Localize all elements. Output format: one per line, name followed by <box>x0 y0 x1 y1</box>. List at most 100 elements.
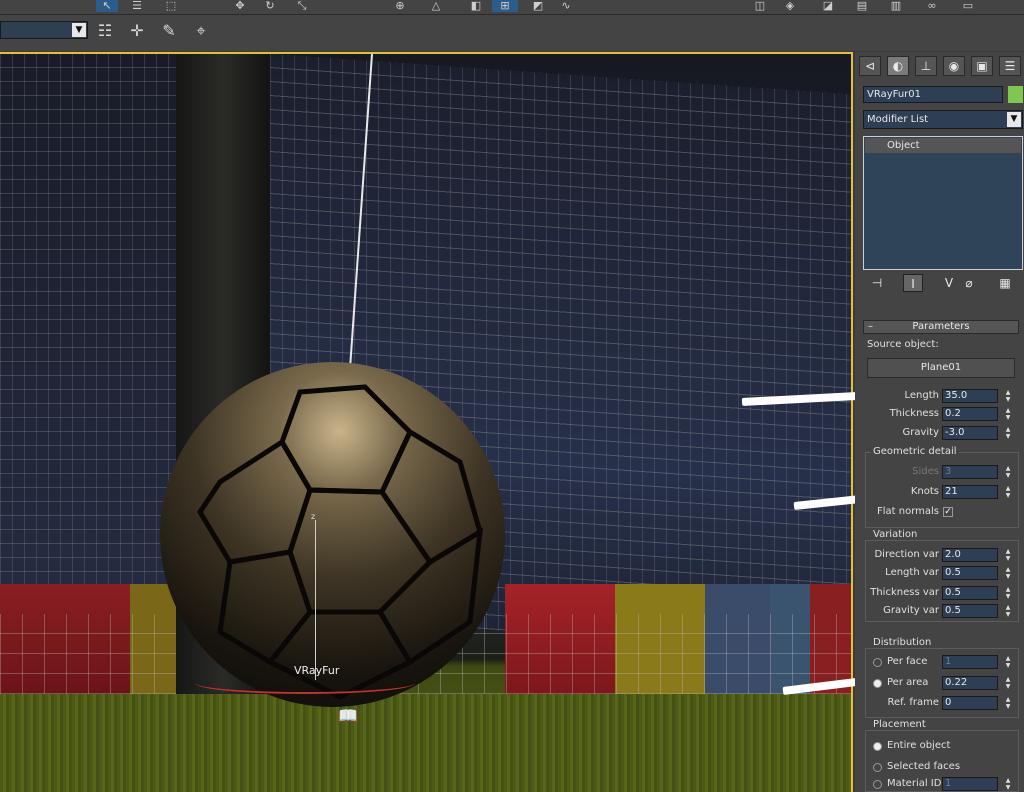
axis-z-label: z <box>311 512 316 521</box>
chevron-down-icon: ▼ <box>1007 112 1021 127</box>
motion-tab-icon[interactable]: ◉ <box>943 56 965 76</box>
direction-var-spinner[interactable]: 2.0 <box>942 548 998 562</box>
object-name-field[interactable]: VRayFur01 <box>863 86 1003 103</box>
source-object-button[interactable]: Plane01 <box>867 358 1015 378</box>
material-editor-icon[interactable]: ◈ <box>780 0 800 12</box>
material-id-spinner[interactable]: 1 <box>942 777 998 791</box>
parameters-rollout-header[interactable]: – Parameters <box>863 320 1019 334</box>
material-id-label: Material ID <box>887 778 942 789</box>
main-toolbar: ↖ ☰ ⬚ ✥ ↻ ⤡ ⊕ △ ◧ ⊞ ◩ ∿ ◫ ◈ ◪ ▤ ▥ ∞ ▭ <box>0 0 1024 15</box>
create-tab-icon[interactable]: ⊲ <box>859 56 881 76</box>
per-face-radio[interactable] <box>873 658 882 667</box>
rollout-title: Parameters <box>912 321 970 332</box>
thickness-var-spinner[interactable]: 0.5 <box>942 586 998 600</box>
utilities-tab-icon[interactable]: ☰ <box>999 56 1021 76</box>
source-object-label: Source object: <box>867 339 939 350</box>
spinner-arrows-icon[interactable]: ▲ ▼ <box>1003 485 1013 499</box>
hierarchy-tab-icon[interactable]: ⊥ <box>915 56 937 76</box>
lasso-icon[interactable]: ⌖ <box>190 20 212 42</box>
knots-spinner[interactable]: 21 <box>942 485 998 499</box>
spinner-arrows-icon[interactable]: ▲ ▼ <box>1003 548 1013 562</box>
spinner-arrows-icon[interactable]: ▲ ▼ <box>1003 389 1013 403</box>
pin-stack-icon[interactable]: ⊣ <box>867 274 887 292</box>
quick-render-icon[interactable]: ∞ <box>920 0 944 12</box>
length-label: Length <box>904 390 940 401</box>
make-unique-icon[interactable]: V <box>939 274 959 292</box>
spinner-arrows-icon[interactable]: ▲ ▼ <box>1003 676 1013 690</box>
spinner-arrows-icon[interactable]: ▲ ▼ <box>1003 655 1013 669</box>
move-icon[interactable]: ✥ <box>230 0 250 12</box>
stadium-stand-left <box>0 54 180 614</box>
flat-normals-label: Flat normals <box>876 506 939 517</box>
display-tab-icon[interactable]: ▣ <box>971 56 993 76</box>
region-select-icon[interactable]: ⬚ <box>160 0 182 12</box>
entire-object-radio[interactable] <box>873 742 882 751</box>
length-var-spinner[interactable]: 0.5 <box>942 566 998 580</box>
modifier-list-dropdown[interactable]: Modifier List ▼ <box>863 110 1023 129</box>
ref-frame-spinner[interactable]: 0 <box>942 696 998 710</box>
rotate-icon[interactable]: ↻ <box>260 0 280 12</box>
material-id-radio[interactable] <box>873 780 882 789</box>
spinner-arrows-icon[interactable]: ▲ ▼ <box>1003 465 1013 479</box>
render-icon[interactable]: ▥ <box>884 0 908 12</box>
schematic-icon[interactable]: ◫ <box>750 0 770 12</box>
perspective-viewport[interactable]: z VRayFur 📖 <box>0 52 853 792</box>
object-color-swatch[interactable] <box>1008 86 1023 103</box>
spinner-arrows-icon[interactable]: ▲ ▼ <box>1003 566 1013 580</box>
thickness-spinner[interactable]: 0.2 <box>942 407 998 421</box>
mirror-icon[interactable]: ◧ <box>466 0 486 12</box>
layer-icon[interactable]: ◩ <box>528 0 548 12</box>
object-label: VRayFur <box>294 664 340 677</box>
selected-faces-label: Selected faces <box>887 761 961 772</box>
hierarchy-icon[interactable]: ☷ <box>94 20 116 42</box>
direction-var-label: Direction var <box>874 549 939 560</box>
sides-spinner[interactable]: 3 <box>942 465 998 479</box>
modifier-list-label: Modifier List <box>867 114 929 125</box>
book-icon: 📖 <box>338 706 358 725</box>
length-spinner[interactable]: 35.0 <box>942 389 998 403</box>
modifier-stack[interactable]: Object <box>863 136 1023 270</box>
render-setup-icon[interactable]: ◪ <box>818 0 838 12</box>
spinner-arrows-icon[interactable]: ▲ ▼ <box>1003 586 1013 600</box>
align-icon[interactable]: ⊞ <box>492 0 518 12</box>
render-production-icon[interactable]: ▭ <box>956 0 980 12</box>
modify-tab-icon[interactable]: ◐ <box>887 56 909 76</box>
selection-set-dropdown[interactable]: ▼ <box>0 21 88 39</box>
spinner-arrows-icon[interactable]: ▲ ▼ <box>1003 777 1013 791</box>
per-area-spinner[interactable]: 0.22 <box>942 676 998 690</box>
configure-sets-icon[interactable]: ▦ <box>995 274 1015 292</box>
length-var-label: Length var <box>885 567 939 578</box>
sides-label: Sides <box>912 466 939 477</box>
snap-icon[interactable]: ⊕ <box>390 0 410 12</box>
stack-item-object[interactable]: Object <box>865 138 1021 153</box>
ref-frame-label: Ref. frame <box>887 697 939 708</box>
z-axis-gizmo[interactable] <box>315 520 316 680</box>
gravity-label: Gravity <box>902 427 939 438</box>
render-frame-icon[interactable]: ▤ <box>850 0 874 12</box>
geometric-detail-title: Geometric detail <box>871 446 959 457</box>
spinner-arrows-icon[interactable]: ▲ ▼ <box>1003 604 1013 618</box>
gravity-var-spinner[interactable]: 0.5 <box>942 604 998 618</box>
paint-select-icon[interactable]: ✎ <box>158 20 180 42</box>
per-area-radio[interactable] <box>873 679 882 688</box>
scale-icon[interactable]: ⤡ <box>292 0 312 12</box>
placement-title: Placement <box>871 719 928 730</box>
create-icon[interactable]: ✛ <box>126 20 148 42</box>
selected-faces-radio[interactable] <box>873 763 882 772</box>
select-by-name-icon[interactable]: ☰ <box>126 0 148 12</box>
gravity-var-label: Gravity var <box>883 605 939 616</box>
gravity-spinner[interactable]: -3.0 <box>942 426 998 440</box>
variation-title: Variation <box>871 529 920 540</box>
angle-snap-icon[interactable]: △ <box>426 0 446 12</box>
spinner-arrows-icon[interactable]: ▲ ▼ <box>1003 696 1013 710</box>
flat-normals-checkbox[interactable]: ✓ <box>943 507 953 517</box>
per-face-spinner[interactable]: 1 <box>942 655 998 669</box>
select-tool-icon[interactable]: ↖ <box>96 0 118 12</box>
spinner-arrows-icon[interactable]: ▲ ▼ <box>1003 426 1013 440</box>
remove-modifier-icon[interactable]: ⌀ <box>959 274 979 292</box>
distribution-title: Distribution <box>871 637 934 648</box>
entire-object-label: Entire object <box>887 740 951 751</box>
show-end-result-icon[interactable]: I <box>903 274 923 292</box>
curve-editor-icon[interactable]: ∿ <box>556 0 576 12</box>
spinner-arrows-icon[interactable]: ▲ ▼ <box>1003 407 1013 421</box>
